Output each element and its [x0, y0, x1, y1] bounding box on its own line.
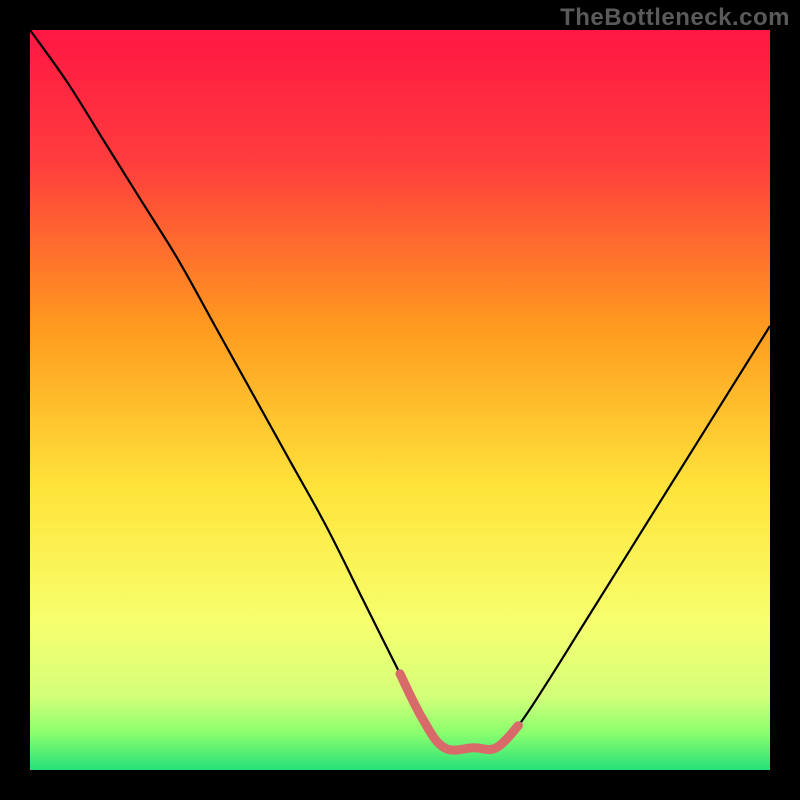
plot-area [30, 30, 770, 770]
watermark-text: TheBottleneck.com [560, 4, 790, 32]
chart-frame: TheBottleneck.com [0, 0, 800, 800]
bottleneck-chart [30, 30, 770, 770]
gradient-background [30, 30, 770, 770]
